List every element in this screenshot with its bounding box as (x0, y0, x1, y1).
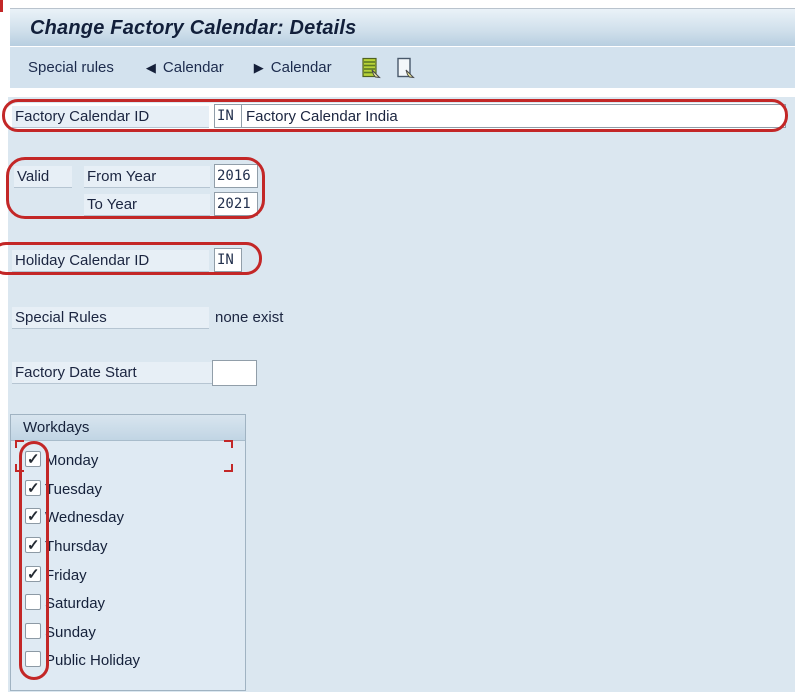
page-title: Change Factory Calendar: Details (30, 9, 357, 47)
holiday-calendar-id-input[interactable] (214, 248, 242, 272)
red-annotation-mark (0, 0, 3, 12)
checkbox-saturday[interactable] (25, 594, 41, 610)
factory-date-start-label: Factory Date Start (12, 362, 212, 384)
title-bar: Change Factory Calendar: Details (10, 8, 795, 46)
checkbox-public-holiday[interactable] (25, 651, 41, 667)
to-year-input[interactable] (214, 192, 258, 216)
checkbox-tuesday[interactable] (25, 480, 41, 496)
label-saturday: Saturday (45, 595, 105, 612)
triangle-right-icon: ▶ (254, 60, 264, 76)
factory-calendar-name-input[interactable] (241, 104, 786, 128)
to-year-label: To Year (84, 194, 210, 216)
sap-change-factory-calendar-window: Change Factory Calendar: Details Special… (0, 0, 800, 700)
checkbox-monday[interactable] (25, 451, 41, 467)
from-year-input[interactable] (214, 164, 258, 188)
page-pencil-icon[interactable] (394, 57, 416, 79)
previous-calendar-button[interactable]: ◀ Calendar (146, 59, 224, 76)
holiday-calendar-id-label: Holiday Calendar ID (12, 250, 209, 272)
label-wednesday: Wednesday (45, 509, 124, 526)
label-sunday: Sunday (45, 624, 96, 641)
triangle-left-icon: ◀ (146, 60, 156, 76)
checkbox-sunday[interactable] (25, 623, 41, 639)
from-year-label: From Year (84, 166, 210, 188)
next-calendar-button[interactable]: ▶ Calendar (254, 59, 332, 76)
special-rules-label: Special Rules (12, 307, 209, 329)
label-friday: Friday (45, 567, 87, 584)
special-rules-value: none exist (215, 309, 283, 326)
factory-date-start-input[interactable] (212, 360, 257, 386)
workdays-groupbox-title: Workdays (11, 415, 245, 441)
checkbox-friday[interactable] (25, 566, 41, 582)
label-tuesday: Tuesday (45, 481, 102, 498)
label-thursday: Thursday (45, 538, 108, 555)
special-rules-button[interactable]: Special rules (28, 59, 114, 76)
factory-calendar-id-label: Factory Calendar ID (12, 106, 209, 128)
factory-calendar-id-input[interactable] (214, 104, 242, 128)
valid-label: Valid (14, 166, 72, 188)
green-calendar-pencil-icon[interactable] (360, 57, 382, 79)
checkbox-wednesday[interactable] (25, 508, 41, 524)
application-toolbar: Special rules ◀ Calendar ▶ Calendar (10, 47, 795, 88)
label-public-holiday: Public Holiday (45, 652, 140, 669)
checkbox-thursday[interactable] (25, 537, 41, 553)
label-monday: Monday (45, 452, 98, 469)
